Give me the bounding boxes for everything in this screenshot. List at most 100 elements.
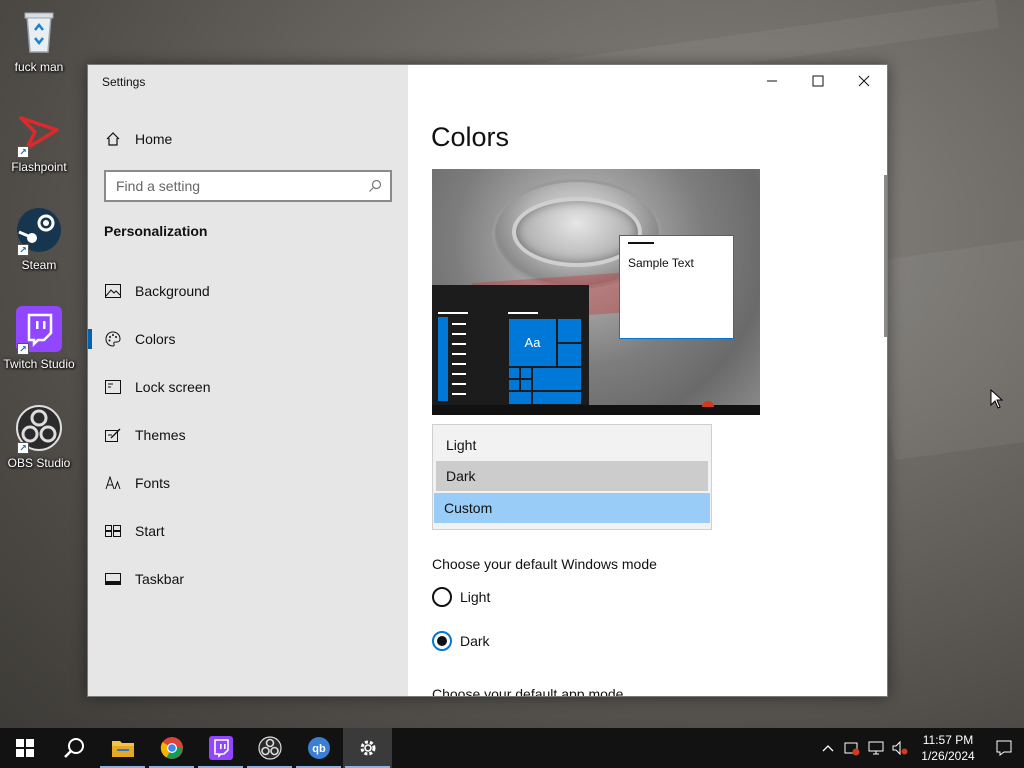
sidebar-item-start[interactable]: Start bbox=[88, 511, 408, 551]
sidebar-item-label: Background bbox=[135, 283, 210, 299]
settings-gear-icon bbox=[360, 740, 375, 756]
preview-tile bbox=[557, 318, 582, 343]
tray-volume-muted-icon[interactable] bbox=[888, 728, 912, 768]
settings-window: Settings Home Find a setting Personaliza… bbox=[87, 64, 888, 697]
notification-center-icon[interactable] bbox=[984, 728, 1024, 768]
taskbar-file-explorer[interactable] bbox=[98, 728, 147, 768]
taskbar-settings[interactable] bbox=[343, 728, 392, 768]
sidebar-item-themes[interactable]: Themes bbox=[88, 415, 408, 455]
file-explorer-icon bbox=[111, 741, 134, 757]
system-tray: 11:57 PM 1/26/2024 bbox=[816, 728, 1024, 768]
start-button[interactable] bbox=[0, 728, 49, 768]
preview-line bbox=[452, 333, 466, 335]
qbittorrent-icon: qb bbox=[307, 737, 330, 759]
sidebar-item-fonts[interactable]: Fonts bbox=[88, 463, 408, 503]
sidebar-item-label: Lock screen bbox=[135, 379, 211, 395]
scrollbar[interactable] bbox=[884, 175, 887, 337]
search-input[interactable]: Find a setting bbox=[104, 170, 392, 202]
preview-sample-text: Sample Text bbox=[628, 256, 694, 270]
taskbar-twitch-studio[interactable] bbox=[196, 728, 245, 768]
close-button[interactable] bbox=[841, 65, 887, 97]
preview-start-menu: Aa bbox=[432, 285, 589, 405]
sidebar-item-taskbar[interactable]: Taskbar bbox=[88, 559, 408, 599]
preview-sample-window: Sample Text bbox=[619, 235, 734, 339]
sidebar-item-label: Colors bbox=[135, 331, 176, 347]
preview-wallpaper-detail bbox=[702, 401, 714, 407]
preview-tile: Aa bbox=[508, 318, 557, 367]
twitch-icon: ↗ bbox=[15, 305, 63, 355]
desktop-icon-steam[interactable]: ↗ Steam bbox=[0, 206, 78, 272]
tray-security-icon[interactable] bbox=[840, 728, 864, 768]
preview-tile bbox=[532, 367, 582, 391]
minimize-button[interactable] bbox=[749, 65, 795, 97]
window-title: Settings bbox=[102, 75, 146, 89]
windows-start-icon bbox=[15, 739, 34, 757]
windows-mode-label: Choose your default Windows mode bbox=[432, 556, 657, 572]
shortcut-arrow-icon: ↗ bbox=[17, 244, 29, 256]
clock-date: 1/26/2024 bbox=[921, 749, 975, 763]
dropdown-option-dark[interactable]: Dark bbox=[436, 461, 708, 491]
settings-sidebar: Settings Home Find a setting Personaliza… bbox=[88, 65, 408, 696]
taskbar-chrome[interactable] bbox=[147, 728, 196, 768]
radio-label: Light bbox=[460, 589, 491, 605]
desktop-icon-label: Steam bbox=[21, 258, 57, 272]
preview-line bbox=[452, 363, 466, 365]
preview-line bbox=[452, 353, 466, 355]
wallpaper-streak bbox=[866, 239, 1024, 461]
desktop-icon-recycle-bin[interactable]: fuck man bbox=[0, 8, 78, 74]
search-placeholder: Find a setting bbox=[116, 178, 201, 194]
preview-line bbox=[508, 312, 538, 314]
radio-dot bbox=[437, 636, 447, 646]
themes-icon bbox=[104, 426, 122, 444]
sidebar-item-background[interactable]: Background bbox=[88, 271, 408, 311]
preview-line bbox=[452, 323, 466, 325]
preview-line bbox=[452, 393, 466, 395]
tray-chevron-up-icon[interactable] bbox=[816, 728, 840, 768]
steam-icon: ↗ bbox=[15, 206, 63, 256]
preview-tile bbox=[532, 391, 582, 405]
preview-tile bbox=[508, 391, 532, 405]
sidebar-item-label: Taskbar bbox=[135, 571, 185, 587]
radio-button[interactable] bbox=[432, 631, 452, 651]
color-mode-dropdown[interactable]: Light Dark Custom bbox=[432, 424, 712, 530]
color-preview: Aa Sample Text bbox=[432, 169, 760, 415]
maximize-icon bbox=[812, 75, 824, 87]
search-icon[interactable] bbox=[368, 179, 382, 196]
taskbar-obs[interactable] bbox=[245, 728, 294, 768]
sidebar-item-lock-screen[interactable]: Lock screen bbox=[88, 367, 408, 407]
svg-text:qb: qb bbox=[312, 743, 326, 755]
desktop-icon-label: Flashpoint bbox=[11, 160, 67, 174]
dropdown-option-custom[interactable]: Custom bbox=[434, 493, 710, 523]
clock-time: 11:57 PM bbox=[922, 733, 974, 747]
tray-network-icon[interactable] bbox=[864, 728, 888, 768]
recycle-bin-icon bbox=[15, 8, 63, 56]
sidebar-item-label: Start bbox=[135, 523, 165, 539]
preview-line bbox=[438, 312, 468, 314]
preview-tile bbox=[508, 379, 520, 391]
taskbar-qbittorrent[interactable]: qb bbox=[294, 728, 343, 768]
windows-mode-dark-radio[interactable]: Dark bbox=[432, 631, 490, 651]
taskbar-clock[interactable]: 11:57 PM 1/26/2024 bbox=[912, 732, 984, 764]
obs-icon bbox=[257, 736, 282, 760]
picture-icon bbox=[104, 282, 122, 300]
sidebar-item-label: Themes bbox=[135, 427, 186, 443]
sidebar-item-colors[interactable]: Colors bbox=[88, 319, 408, 359]
dropdown-option-light[interactable]: Light bbox=[436, 430, 708, 460]
window-controls bbox=[749, 65, 887, 97]
desktop-icon-obs-studio[interactable]: ↗ OBS Studio bbox=[0, 404, 78, 470]
windows-mode-light-radio[interactable]: Light bbox=[432, 587, 490, 607]
mouse-cursor-icon bbox=[990, 388, 1004, 414]
desktop-icon-flashpoint[interactable]: ↗ Flashpoint bbox=[0, 108, 78, 174]
sidebar-item-home[interactable]: Home bbox=[104, 129, 172, 149]
obs-icon: ↗ bbox=[15, 404, 63, 454]
close-icon bbox=[858, 75, 870, 87]
search-button[interactable] bbox=[49, 728, 98, 768]
desktop-icon-twitch-studio[interactable]: ↗ Twitch Studio bbox=[0, 305, 78, 371]
minimize-icon bbox=[767, 80, 777, 82]
desktop-icon-label: Twitch Studio bbox=[3, 357, 75, 371]
shortcut-arrow-icon: ↗ bbox=[17, 343, 29, 355]
maximize-button[interactable] bbox=[795, 65, 841, 97]
preview-accent-strip bbox=[438, 317, 448, 401]
radio-button[interactable] bbox=[432, 587, 452, 607]
search-icon bbox=[63, 738, 84, 758]
